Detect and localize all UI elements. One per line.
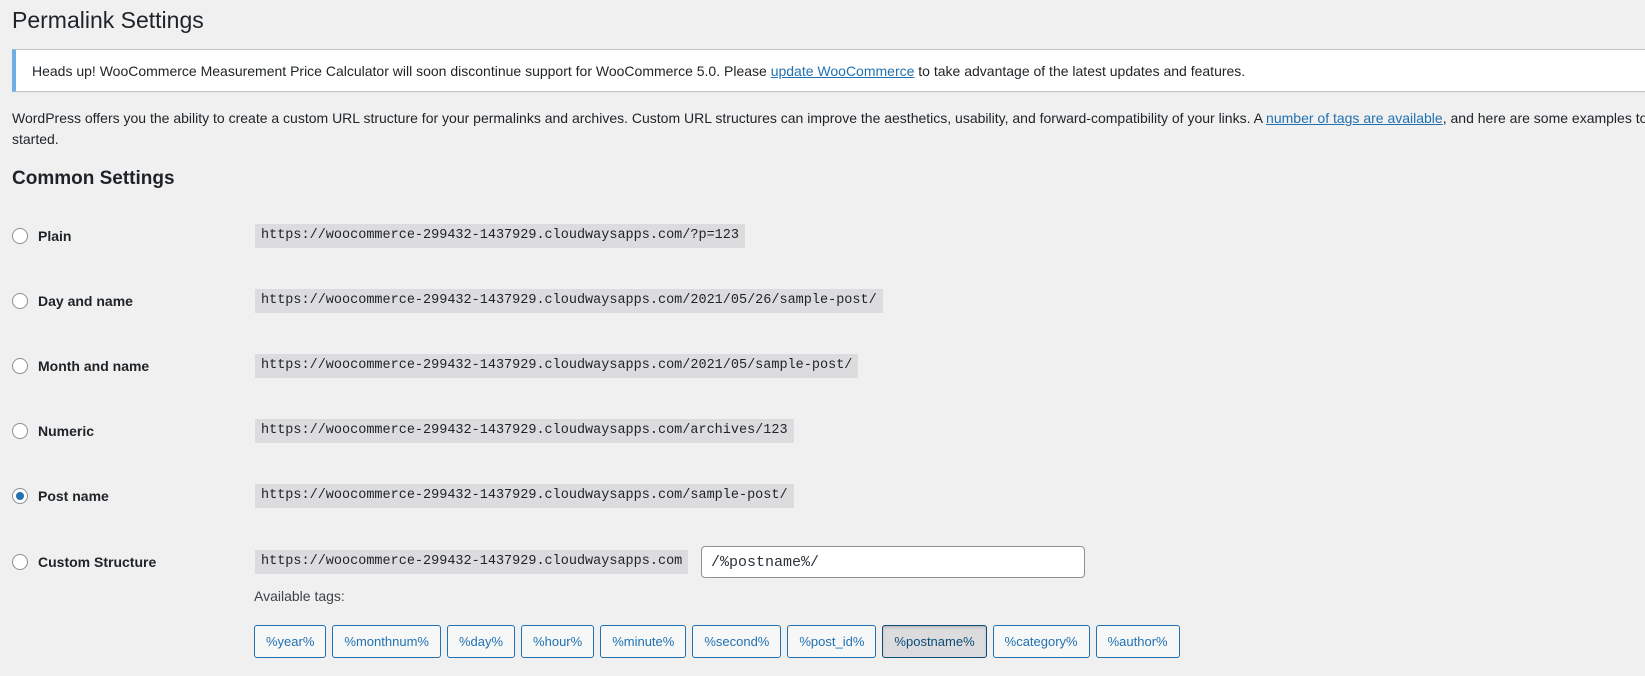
radio-custom-structure[interactable]	[12, 554, 28, 570]
intro-text-after: , and here are some examples to g	[1442, 110, 1645, 126]
radio-post-name[interactable]	[12, 488, 28, 504]
option-numeric[interactable]: Numeric https://woocommerce-299432-14379…	[12, 417, 1212, 447]
option-month-and-name[interactable]: Month and name https://woocommerce-29943…	[12, 352, 1212, 382]
intro-paragraph: WordPress offers you the ability to crea…	[12, 108, 1645, 150]
tag-button-postname[interactable]: %postname%	[882, 625, 987, 658]
tag-button-second[interactable]: %second%	[692, 625, 782, 658]
available-tags-label: Available tags:	[254, 588, 345, 604]
tag-button-year[interactable]: %year%	[254, 625, 327, 658]
page-title: Permalink Settings	[12, 7, 204, 33]
radio-plain[interactable]	[12, 228, 28, 244]
tag-button-day[interactable]: %day%	[446, 625, 516, 658]
url-example-plain: https://woocommerce-299432-1437929.cloud…	[255, 224, 745, 248]
notice-text-before: Heads up! WooCommerce Measurement Price …	[32, 63, 771, 79]
url-base-custom-structure: https://woocommerce-299432-1437929.cloud…	[255, 550, 689, 574]
radio-day-and-name[interactable]	[12, 293, 28, 309]
option-label-plain[interactable]: Plain	[38, 228, 71, 244]
option-post-name[interactable]: Post name https://woocommerce-299432-143…	[12, 482, 1212, 512]
intro-line-1: WordPress offers you the ability to crea…	[12, 108, 1645, 129]
intro-text: WordPress offers you the ability to crea…	[12, 110, 1267, 126]
radio-numeric[interactable]	[12, 423, 28, 439]
available-tags-link[interactable]: number of tags are available	[1266, 110, 1443, 126]
option-label-custom-structure[interactable]: Custom Structure	[38, 554, 156, 570]
url-example-month-and-name: https://woocommerce-299432-1437929.cloud…	[255, 354, 859, 378]
tag-button-minute[interactable]: %minute%	[600, 625, 687, 658]
url-example-post-name: https://woocommerce-299432-1437929.cloud…	[255, 484, 794, 508]
tag-button-hour[interactable]: %hour%	[521, 625, 595, 658]
tag-button-category[interactable]: %category%	[992, 625, 1090, 658]
option-custom-structure[interactable]: Custom Structure https://woocommerce-299…	[12, 546, 1212, 578]
intro-line-2: started.	[12, 131, 59, 147]
tag-button-author[interactable]: %author%	[1095, 625, 1180, 658]
option-label-numeric[interactable]: Numeric	[38, 423, 94, 439]
tag-button-post-id[interactable]: %post_id%	[787, 625, 877, 658]
woocommerce-notice: Heads up! WooCommerce Measurement Price …	[12, 49, 1645, 92]
available-tags-list: %year% %monthnum% %day% %hour% %minute% …	[254, 625, 1180, 658]
option-plain[interactable]: Plain https://woocommerce-299432-1437929…	[12, 222, 1212, 252]
option-label-post-name[interactable]: Post name	[38, 488, 109, 504]
url-example-numeric: https://woocommerce-299432-1437929.cloud…	[255, 419, 794, 443]
notice-text-after: to take advantage of the latest updates …	[914, 63, 1246, 79]
radio-month-and-name[interactable]	[12, 358, 28, 374]
option-label-month-and-name[interactable]: Month and name	[38, 358, 149, 374]
option-day-and-name[interactable]: Day and name https://woocommerce-299432-…	[12, 287, 1212, 317]
update-woocommerce-link[interactable]: update WooCommerce	[771, 63, 915, 79]
url-example-day-and-name: https://woocommerce-299432-1437929.cloud…	[255, 289, 883, 313]
common-settings-heading: Common Settings	[12, 168, 175, 189]
option-label-day-and-name[interactable]: Day and name	[38, 293, 133, 309]
notice-text: Heads up! WooCommerce Measurement Price …	[32, 61, 1245, 82]
tag-button-monthnum[interactable]: %monthnum%	[332, 625, 441, 658]
custom-structure-input[interactable]	[701, 546, 1085, 578]
